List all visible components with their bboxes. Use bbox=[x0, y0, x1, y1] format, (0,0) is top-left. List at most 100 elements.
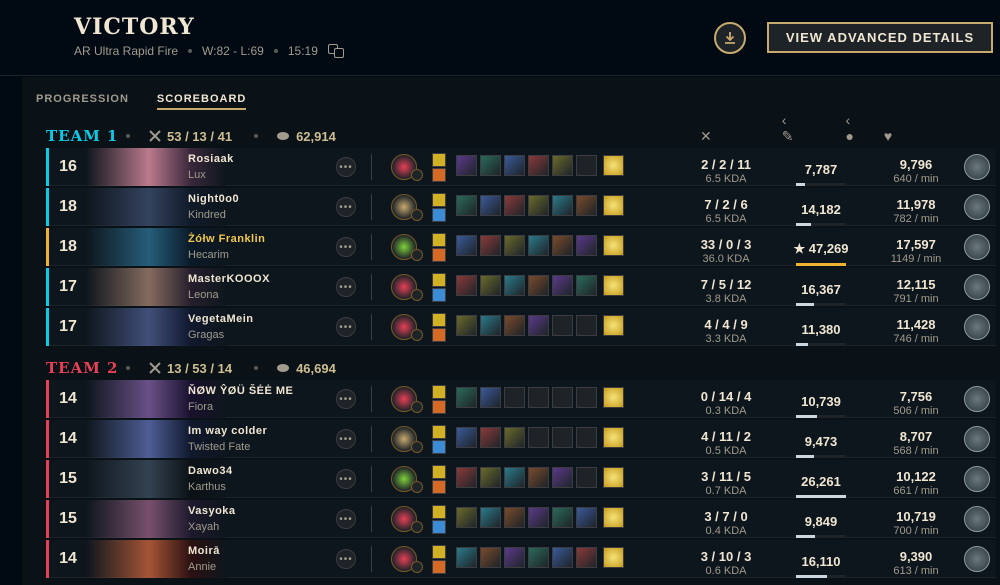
item-icon[interactable] bbox=[480, 235, 501, 256]
item-icon[interactable] bbox=[576, 547, 597, 568]
item-icon[interactable] bbox=[456, 467, 477, 488]
trinket-icon[interactable] bbox=[603, 275, 624, 296]
item-icon[interactable] bbox=[480, 427, 501, 448]
empty-item-slot[interactable] bbox=[576, 427, 597, 448]
player-row[interactable]: 17 MasterKOOOX Leona ••• 7 / 5 / 12 3.8 KDA 16… bbox=[46, 268, 996, 306]
item-icon[interactable] bbox=[504, 427, 525, 448]
player-row[interactable]: 15 Dawo34 Karthus ••• 3 / 11 / 5 0.7 KDA 26,26… bbox=[46, 460, 996, 498]
summoner-name[interactable]: Night0o0 bbox=[188, 193, 239, 205]
player-row[interactable]: 18 Night0o0 Kindred ••• 7 / 2 / 6 6.5 KDA 14,1… bbox=[46, 188, 996, 226]
empty-item-slot[interactable] bbox=[552, 387, 573, 408]
summoner-name[interactable]: Im way colder bbox=[188, 425, 267, 437]
more-options-button[interactable]: ••• bbox=[336, 157, 356, 177]
more-options-button[interactable]: ••• bbox=[336, 469, 356, 489]
summoner-name[interactable]: Żółw Franklin bbox=[188, 233, 265, 245]
summoner-name[interactable]: Dawo34 bbox=[188, 465, 233, 477]
trinket-icon[interactable] bbox=[603, 315, 624, 336]
player-row[interactable]: 18 Żółw Franklin Hecarim ••• 33 / 0 / 3 36.0 … bbox=[46, 228, 996, 266]
trinket-icon[interactable] bbox=[603, 547, 624, 568]
item-icon[interactable] bbox=[576, 507, 597, 528]
empty-item-slot[interactable] bbox=[576, 387, 597, 408]
tab-scoreboard[interactable]: SCOREBOARD bbox=[156, 93, 247, 110]
empty-item-slot[interactable] bbox=[576, 155, 597, 176]
item-icon[interactable] bbox=[456, 427, 477, 448]
more-options-button[interactable]: ••• bbox=[336, 237, 356, 257]
more-options-button[interactable]: ••• bbox=[336, 277, 356, 297]
player-row[interactable]: 15 Vasyoka Xayah ••• 3 / 7 / 0 0.4 KDA 9,849 10… bbox=[46, 500, 996, 538]
item-icon[interactable] bbox=[504, 467, 525, 488]
more-options-button[interactable]: ••• bbox=[336, 389, 356, 409]
item-icon[interactable] bbox=[528, 235, 549, 256]
empty-item-slot[interactable] bbox=[528, 427, 549, 448]
empty-item-slot[interactable] bbox=[552, 427, 573, 448]
item-icon[interactable] bbox=[552, 195, 573, 216]
item-icon[interactable] bbox=[456, 547, 477, 568]
trinket-icon[interactable] bbox=[603, 387, 624, 408]
empty-item-slot[interactable] bbox=[576, 467, 597, 488]
item-icon[interactable] bbox=[552, 235, 573, 256]
item-icon[interactable] bbox=[528, 315, 549, 336]
empty-item-slot[interactable] bbox=[528, 387, 549, 408]
item-icon[interactable] bbox=[480, 315, 501, 336]
summoner-name[interactable]: ŇØW ŶØÜ ŠĖĖ ME bbox=[188, 385, 293, 397]
item-icon[interactable] bbox=[456, 507, 477, 528]
item-icon[interactable] bbox=[480, 467, 501, 488]
trinket-icon[interactable] bbox=[603, 427, 624, 448]
empty-item-slot[interactable] bbox=[504, 387, 525, 408]
download-button[interactable] bbox=[714, 22, 746, 54]
empty-item-slot[interactable] bbox=[576, 315, 597, 336]
summoner-name[interactable]: Moirā bbox=[188, 545, 220, 557]
summoner-name[interactable]: MasterKOOOX bbox=[188, 273, 270, 285]
summoner-name[interactable]: VegetaMein bbox=[188, 313, 254, 325]
item-icon[interactable] bbox=[504, 195, 525, 216]
item-icon[interactable] bbox=[480, 155, 501, 176]
item-icon[interactable] bbox=[504, 507, 525, 528]
player-row[interactable]: 14 Im way colder Twisted Fate ••• 4 / 11 / 2… bbox=[46, 420, 996, 458]
player-row[interactable]: 14 Moirā Annie ••• 3 / 10 / 3 0.6 KDA 16,110 9,… bbox=[46, 540, 996, 578]
item-icon[interactable] bbox=[576, 195, 597, 216]
item-icon[interactable] bbox=[456, 387, 477, 408]
item-icon[interactable] bbox=[528, 155, 549, 176]
item-icon[interactable] bbox=[528, 195, 549, 216]
item-icon[interactable] bbox=[552, 467, 573, 488]
item-icon[interactable] bbox=[528, 507, 549, 528]
item-icon[interactable] bbox=[552, 507, 573, 528]
more-options-button[interactable]: ••• bbox=[336, 317, 356, 337]
item-icon[interactable] bbox=[480, 275, 501, 296]
item-icon[interactable] bbox=[480, 195, 501, 216]
summoner-name[interactable]: Rosiaak bbox=[188, 153, 234, 165]
item-icon[interactable] bbox=[480, 387, 501, 408]
item-icon[interactable] bbox=[528, 275, 549, 296]
item-icon[interactable] bbox=[552, 275, 573, 296]
item-icon[interactable] bbox=[504, 275, 525, 296]
summoner-name[interactable]: Vasyoka bbox=[188, 505, 236, 517]
item-icon[interactable] bbox=[576, 235, 597, 256]
player-row[interactable]: 16 Rosiaak Lux ••• 2 / 2 / 11 6.5 KDA 7,787 9,7… bbox=[46, 148, 996, 186]
tab-progression[interactable]: PROGRESSION bbox=[36, 93, 129, 110]
item-icon[interactable] bbox=[456, 195, 477, 216]
item-icon[interactable] bbox=[504, 315, 525, 336]
more-options-button[interactable]: ••• bbox=[336, 549, 356, 569]
item-icon[interactable] bbox=[480, 547, 501, 568]
trinket-icon[interactable] bbox=[603, 467, 624, 488]
trinket-icon[interactable] bbox=[603, 507, 624, 528]
item-icon[interactable] bbox=[552, 155, 573, 176]
more-options-button[interactable]: ••• bbox=[336, 429, 356, 449]
item-icon[interactable] bbox=[456, 155, 477, 176]
item-icon[interactable] bbox=[456, 275, 477, 296]
item-icon[interactable] bbox=[504, 155, 525, 176]
more-options-button[interactable]: ••• bbox=[336, 197, 356, 217]
empty-item-slot[interactable] bbox=[552, 315, 573, 336]
item-icon[interactable] bbox=[480, 507, 501, 528]
player-row[interactable]: 14 ŇØW ŶØÜ ŠĖĖ ME Fiora ••• 0 / 14 / 4 0.3 KD… bbox=[46, 380, 996, 418]
item-icon[interactable] bbox=[528, 467, 549, 488]
item-icon[interactable] bbox=[456, 235, 477, 256]
item-icon[interactable] bbox=[504, 235, 525, 256]
more-options-button[interactable]: ••• bbox=[336, 509, 356, 529]
item-icon[interactable] bbox=[528, 547, 549, 568]
item-icon[interactable] bbox=[576, 275, 597, 296]
trinket-icon[interactable] bbox=[603, 195, 624, 216]
item-icon[interactable] bbox=[552, 547, 573, 568]
trinket-icon[interactable] bbox=[603, 235, 624, 256]
player-row[interactable]: 17 VegetaMein Gragas ••• 4 / 4 / 9 3.3 KDA 11,… bbox=[46, 308, 996, 346]
